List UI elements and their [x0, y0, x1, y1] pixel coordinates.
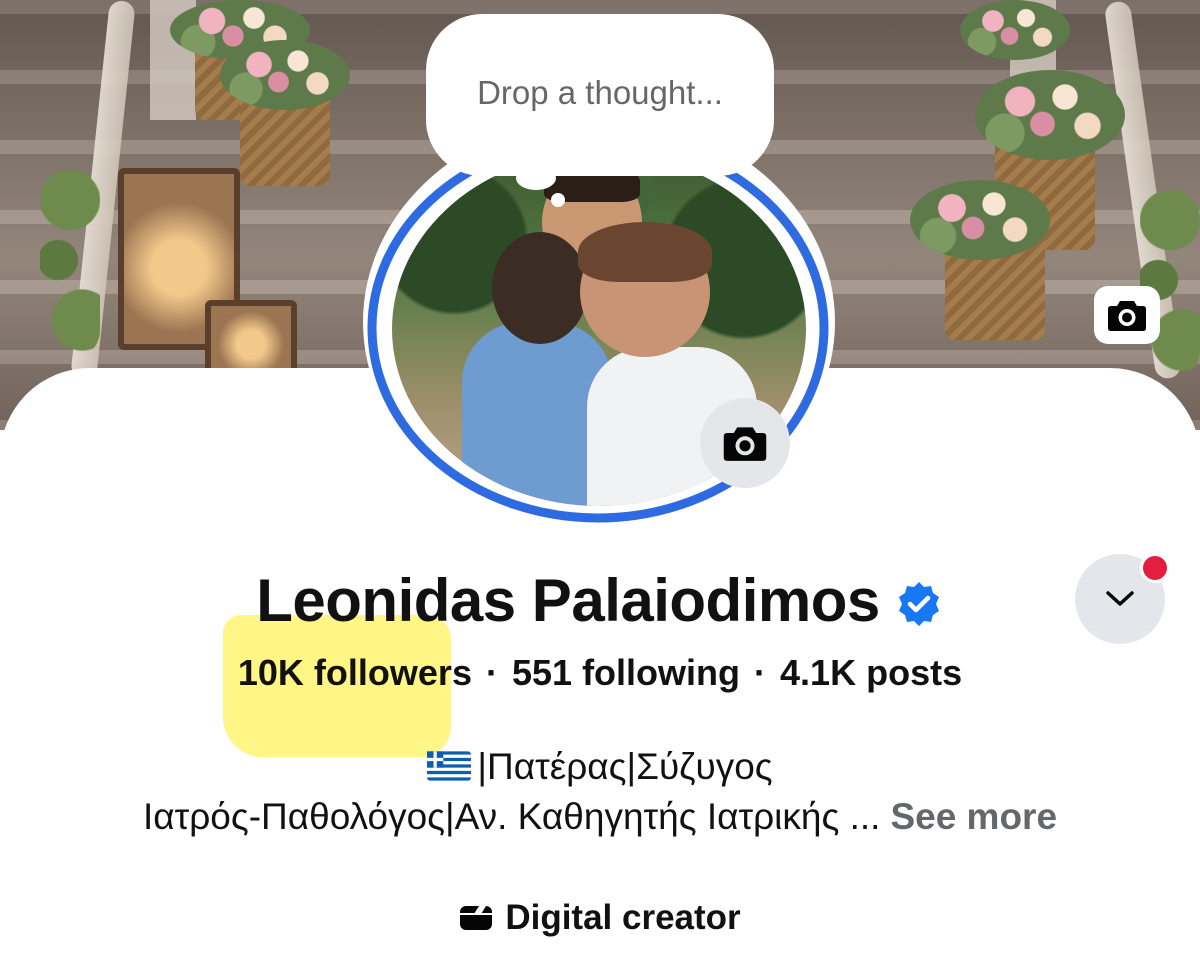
- followers-link[interactable]: 10K followers: [238, 652, 472, 694]
- followers-count: 10K followers: [237, 652, 472, 693]
- stats-separator: ·: [485, 652, 498, 693]
- bio-text-1: |Πατέρας|Σύζυγος: [477, 746, 773, 787]
- bio-line-1: |Πατέρας|Σύζυγος: [0, 746, 1200, 788]
- cover-flowers: [975, 70, 1125, 160]
- bio-line-2: Ιατρός-Παθολόγος|Αν. Καθηγητής Ιατρικής …: [0, 796, 1200, 838]
- category-label: Digital creator: [505, 898, 741, 937]
- verified-badge-icon: [898, 581, 939, 626]
- thought-bubble-tail: [516, 166, 556, 190]
- cover-flowers: [960, 0, 1070, 60]
- following-label: following: [582, 652, 741, 693]
- cover-flowers: [220, 40, 350, 110]
- thought-bubble[interactable]: Drop a thought...: [426, 14, 774, 176]
- profile-name: Leonidas Palaiodimos: [256, 567, 880, 634]
- avatar-child-hair: [578, 222, 712, 282]
- following-link[interactable]: 551 following: [512, 652, 740, 694]
- profile-category: Digital creator: [0, 898, 1200, 938]
- cover-vines: [1140, 180, 1200, 380]
- avatar-child-head: [492, 232, 588, 344]
- see-more-link[interactable]: See more: [890, 796, 1057, 837]
- cover-vines: [40, 160, 100, 360]
- bio-text-2: Ιατρός-Παθολόγος|Αν. Καθηγητής Ιατρικής …: [142, 796, 881, 837]
- edit-cover-button[interactable]: [1094, 286, 1160, 344]
- profile-stats: 10K followers · 551 following · 4.1K pos…: [0, 652, 1200, 694]
- following-count: 551: [511, 652, 573, 693]
- thought-placeholder: Drop a thought...: [477, 74, 723, 111]
- posts-label: posts: [866, 652, 963, 693]
- posts-link[interactable]: 4.1K posts: [780, 652, 962, 694]
- greece-flag-icon: [427, 751, 472, 781]
- posts-count: 4.1K: [780, 652, 857, 693]
- camera-icon: [723, 427, 767, 461]
- category-icon: [460, 906, 493, 930]
- stats-separator: ·: [754, 652, 767, 693]
- profile-name-row: Leonidas Palaiodimos: [0, 566, 1200, 635]
- edit-profile-picture-button[interactable]: [700, 398, 790, 488]
- camera-icon: [1108, 301, 1146, 331]
- notification-dot: [1140, 553, 1170, 583]
- thought-bubble-tail: [551, 193, 565, 207]
- cover-flowers: [910, 180, 1050, 260]
- chevron-down-icon: [1106, 591, 1134, 606]
